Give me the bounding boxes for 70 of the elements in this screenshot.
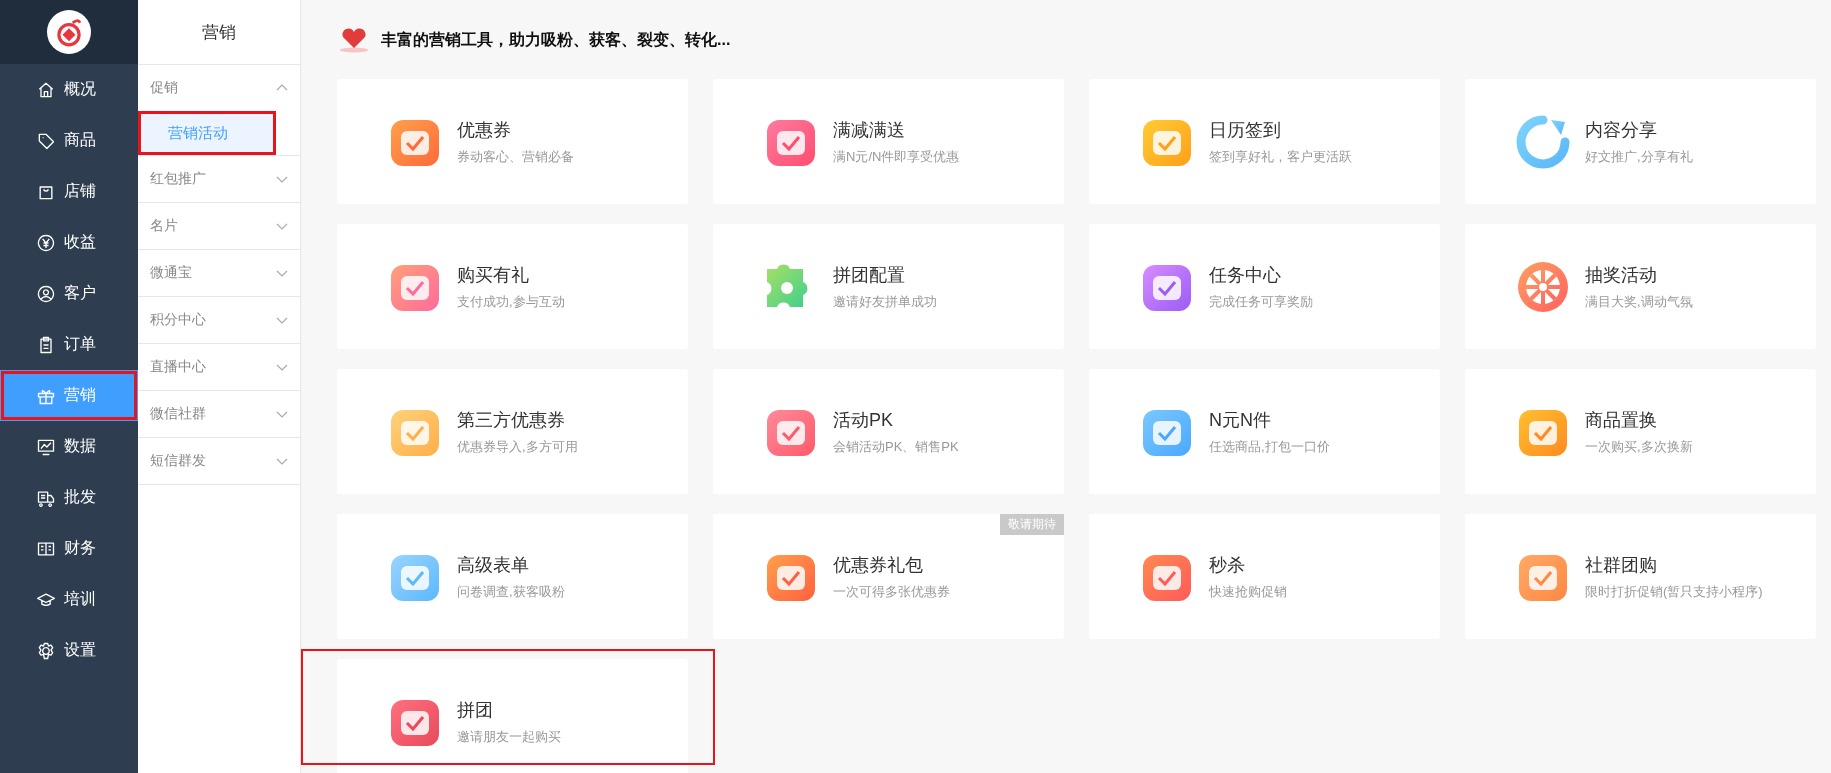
- nav-item[interactable]: 店铺: [0, 166, 138, 217]
- nav-item[interactable]: 客户: [0, 268, 138, 319]
- tool-description: 限时打折促销(暂只支持小程序): [1585, 582, 1763, 601]
- submenu-group[interactable]: 积分中心: [138, 297, 300, 343]
- nav-item[interactable]: 商品: [0, 115, 138, 166]
- nav-item[interactable]: 培训: [0, 574, 138, 625]
- tool-card[interactable]: 优惠券 券动客心、营销必备: [337, 79, 688, 204]
- tool-title: 任务中心: [1209, 263, 1282, 287]
- tool-title: 满减满送: [833, 118, 906, 142]
- tool-title: N元N件: [1209, 408, 1272, 432]
- tool-title: 活动PK: [833, 408, 894, 432]
- submenu-group[interactable]: 促销: [138, 65, 300, 111]
- logo-icon: [47, 10, 91, 54]
- tool-description: 满N元/N件即享受优惠: [833, 147, 960, 166]
- tool-description: 好文推广,分享有礼: [1585, 147, 1693, 166]
- tool-description: 问卷调查,获客吸粉: [457, 582, 565, 601]
- tool-title: 拼团: [457, 698, 494, 722]
- nav-item[interactable]: 概况: [0, 64, 138, 115]
- nav-item[interactable]: 数据: [0, 421, 138, 472]
- nav-icon: [36, 232, 56, 253]
- tool-card[interactable]: 内容分享 好文推广,分享有礼: [1465, 79, 1816, 204]
- tool-title: 内容分享: [1585, 118, 1658, 142]
- tool-title: 第三方优惠券: [457, 408, 566, 432]
- submenu-group[interactable]: 红包推广: [138, 156, 300, 202]
- tool-card[interactable]: 购买有礼 支付成功,参与互动: [337, 224, 688, 349]
- tool-card[interactable]: 高级表单 问卷调查,获客吸粉: [337, 514, 688, 639]
- tool-description: 满目大奖,调动气氛: [1585, 292, 1693, 311]
- submenu-title: 营销: [138, 0, 300, 65]
- tool-title: 高级表单: [457, 553, 530, 577]
- tool-card[interactable]: 活动PK 会销活动PK、销售PK: [713, 369, 1064, 494]
- tool-title: 优惠券: [457, 118, 512, 142]
- tool-title: 拼团配置: [833, 263, 906, 287]
- tool-card[interactable]: 秒杀 快速抢购促销: [1089, 514, 1440, 639]
- tool-description: 支付成功,参与互动: [457, 292, 565, 311]
- tool-card[interactable]: 拼团配置 邀请好友拼单成功: [713, 224, 1064, 349]
- tool-title: 抽奖活动: [1585, 263, 1658, 287]
- nav-item[interactable]: 订单: [0, 319, 138, 370]
- tool-title: 日历签到: [1209, 118, 1282, 142]
- nav-item[interactable]: 批发: [0, 472, 138, 523]
- tool-description: 会销活动PK、销售PK: [833, 437, 959, 456]
- tool-description: 优惠券导入,多方可用: [457, 437, 578, 456]
- nav-icon: [36, 640, 56, 661]
- tool-title: 购买有礼: [457, 263, 530, 287]
- submenu-group[interactable]: 名片: [138, 203, 300, 249]
- tool-card[interactable]: 任务中心 完成任务可享奖励: [1089, 224, 1440, 349]
- tool-title: 社群团购: [1585, 553, 1658, 577]
- submenu-group[interactable]: 微通宝: [138, 250, 300, 296]
- nav-item[interactable]: 收益: [0, 217, 138, 268]
- tool-card[interactable]: 抽奖活动 满目大奖,调动气氛: [1465, 224, 1816, 349]
- tool-description: 快速抢购促销: [1209, 582, 1287, 601]
- tool-card[interactable]: 满减满送 满N元/N件即享受优惠: [713, 79, 1064, 204]
- tool-description: 签到享好礼，客户更活跃: [1209, 147, 1352, 166]
- tool-description: 券动客心、营销必备: [457, 147, 574, 166]
- nav-item[interactable]: 财务: [0, 523, 138, 574]
- tool-card[interactable]: 社群团购 限时打折促销(暂只支持小程序): [1465, 514, 1816, 639]
- tool-title: 优惠券礼包: [833, 553, 924, 577]
- page-heading: 丰富的营销工具，助力吸粉、获客、裂变、转化...: [381, 29, 731, 50]
- tool-icon: [1515, 113, 1571, 170]
- submenu-group[interactable]: 微信社群: [138, 391, 300, 437]
- tool-description: 邀请好友拼单成功: [833, 292, 937, 311]
- tool-description: 完成任务可享奖励: [1209, 292, 1313, 311]
- submenu-group[interactable]: 直播中心: [138, 344, 300, 390]
- tool-card[interactable]: 第三方优惠券 优惠券导入,多方可用: [337, 369, 688, 494]
- heart-icon: [337, 27, 371, 53]
- nav-icon: [36, 283, 56, 304]
- nav-item[interactable]: 设置: [0, 625, 138, 676]
- tool-title: 商品置换: [1585, 408, 1658, 432]
- submenu-group[interactable]: 短信群发: [138, 438, 300, 484]
- tool-title: 秒杀: [1209, 553, 1246, 577]
- tool-card[interactable]: 日历签到 签到享好礼，客户更活跃: [1089, 79, 1440, 204]
